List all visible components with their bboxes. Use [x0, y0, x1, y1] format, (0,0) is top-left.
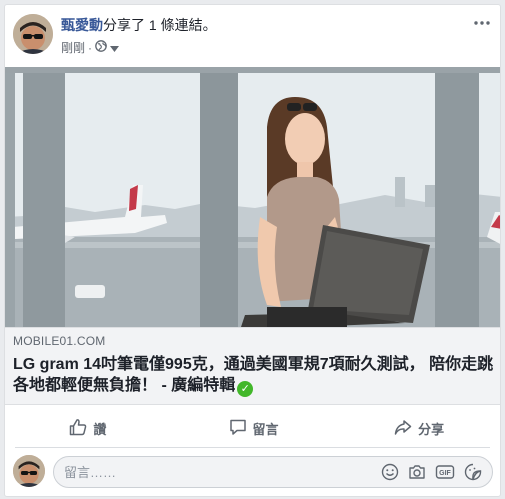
comment-button[interactable]: 留言 — [171, 413, 337, 443]
audience-caret-icon[interactable] — [110, 41, 120, 55]
link-domain: MOBILE01.COM — [13, 334, 106, 348]
link-preview-image[interactable] — [5, 67, 500, 327]
share-action-text: 分享了 1 條連結。 — [103, 17, 217, 33]
checkmark-icon: ✓ — [237, 381, 254, 397]
like-label: 讚 — [93, 421, 107, 437]
post-header: 甄愛動分享了 1 條連結。 — [61, 15, 217, 35]
share-button[interactable]: 分享 — [336, 413, 500, 443]
thumbs-up-icon — [69, 418, 87, 439]
comment-input[interactable] — [64, 464, 381, 480]
sticker-icon[interactable] — [464, 463, 482, 481]
commenter-avatar[interactable] — [13, 455, 45, 487]
post-meta: 剛剛 · — [61, 39, 120, 56]
comment-label: 留言 — [252, 421, 279, 437]
meta-dot: · — [88, 40, 93, 55]
post-timestamp[interactable]: 剛剛 — [61, 39, 85, 56]
link-preview-info[interactable]: MOBILE01.COM LG gram 14吋筆電僅995克，通過美國軍規7項… — [5, 327, 500, 405]
comment-divider — [15, 447, 490, 448]
globe-icon[interactable] — [95, 40, 107, 55]
composer-icons: GIF — [381, 463, 482, 481]
author-avatar[interactable] — [13, 14, 53, 54]
more-options-icon[interactable] — [472, 15, 492, 31]
share-arrow-icon — [394, 418, 412, 439]
post-action-bar: 讚 留言 分享 — [5, 413, 500, 443]
post-card: 甄愛動分享了 1 條連結。 剛剛 · MOBILE01.COM LG gram … — [4, 4, 501, 497]
emoji-icon[interactable] — [381, 463, 399, 481]
link-title-row[interactable]: LG gram 14吋筆電僅995克，通過美國軍規7項耐久測試， 陪你走跳各地都… — [13, 354, 494, 397]
gif-icon[interactable]: GIF — [435, 463, 455, 481]
svg-text:GIF: GIF — [439, 470, 451, 477]
share-label: 分享 — [418, 421, 445, 437]
like-button[interactable]: 讚 — [5, 413, 171, 443]
link-title[interactable]: LG gram 14吋筆電僅995克，通過美國軍規7項耐久測試， 陪你走跳各地都… — [13, 356, 493, 394]
camera-icon[interactable] — [408, 463, 426, 481]
speech-bubble-icon — [229, 418, 247, 439]
author-name[interactable]: 甄愛動 — [61, 17, 103, 33]
comment-composer[interactable]: GIF — [53, 456, 493, 488]
